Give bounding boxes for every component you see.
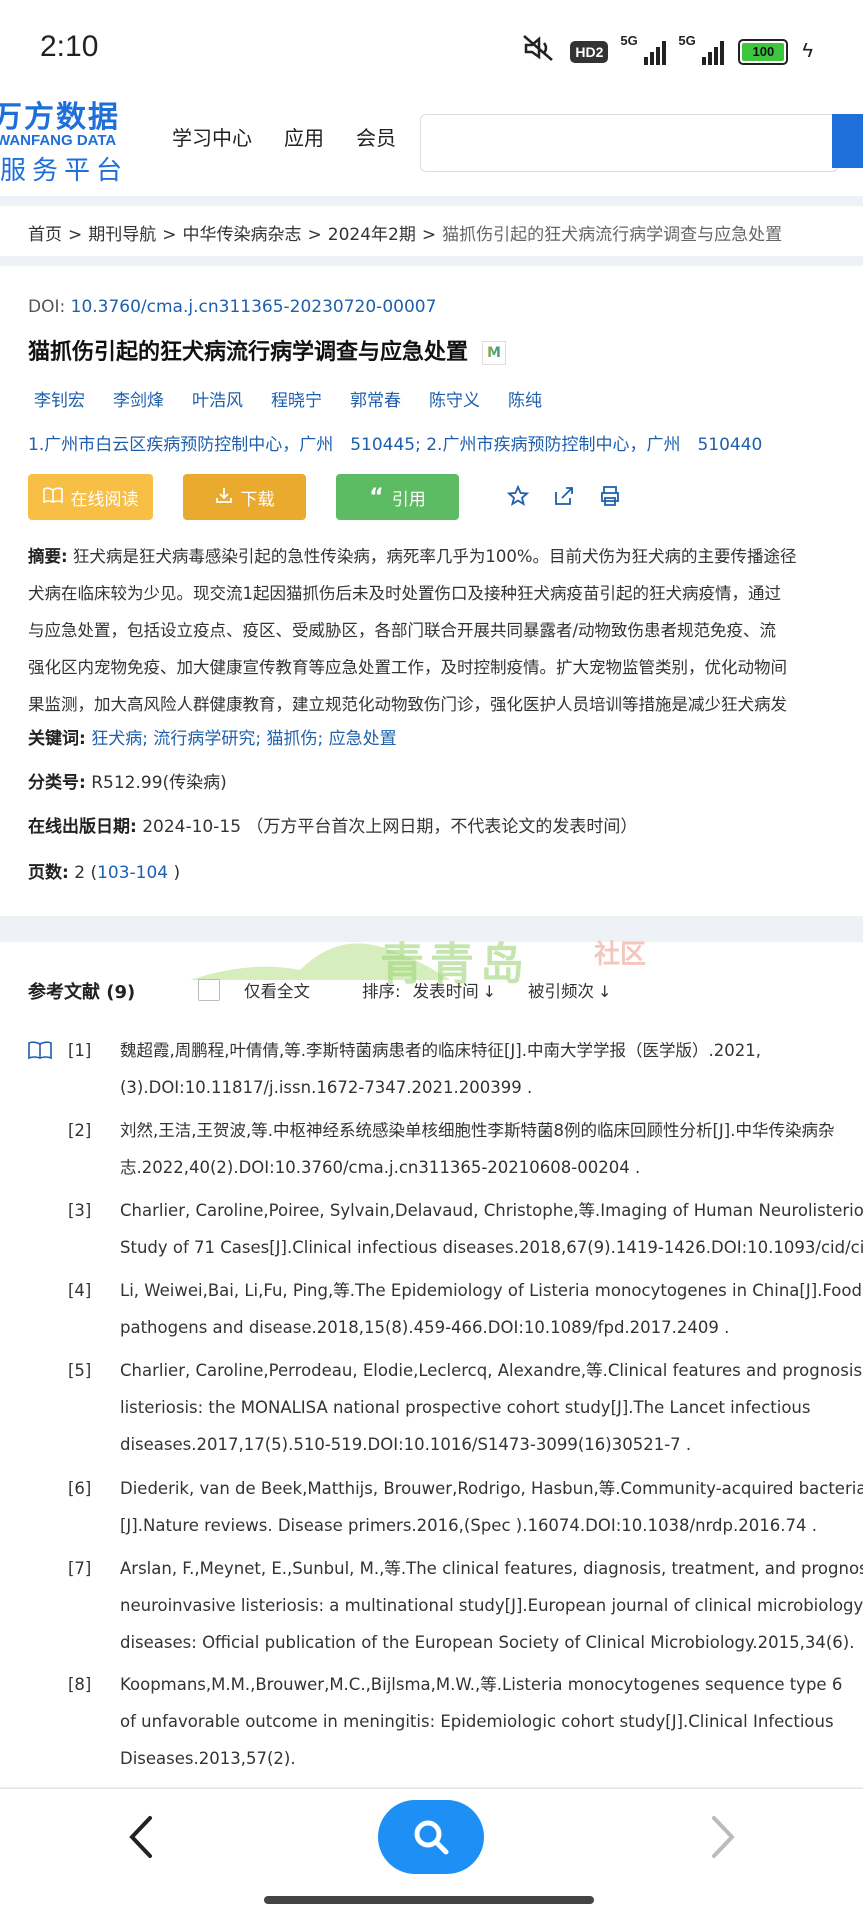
signal-icon: 5G — [620, 33, 667, 65]
breadcrumb-journals[interactable]: 期刊导航 — [88, 225, 156, 245]
back-button[interactable] — [126, 1812, 156, 1862]
watermark-sub: 社区 — [594, 940, 647, 970]
star-icon[interactable] — [506, 484, 530, 512]
affiliations[interactable]: 1.广州市白云区疾病预防控制中心，广州 510445; 2.广州市疾病预防控制中… — [28, 430, 762, 455]
nav-apps[interactable]: 应用 — [284, 122, 324, 151]
search-input[interactable] — [420, 114, 838, 172]
breadcrumb: 首页 > 期刊导航 > 中华传染病杂志 >2024年2期 > 猫抓伤引起的狂犬病流行病学调查与… — [0, 206, 863, 256]
references-heading: 参考文献 (9) — [28, 982, 136, 1003]
author-link[interactable]: 陈纯 — [508, 386, 542, 411]
arrow-down-icon: ↓ — [482, 982, 496, 1001]
keywords: 关键词: 狂犬病; 流行病学研究; 猫抓伤; 应急处置 — [28, 729, 397, 749]
abstract: 摘要: 狂犬病是狂犬病毒感染引起的急性传染病，病死率几乎为100%。目前犬伤为狂… — [28, 547, 797, 714]
fulltext-checkbox[interactable] — [198, 979, 220, 1001]
status-bar: 2:10 HD2 5G 5G 100 ϟ — [0, 0, 863, 100]
article-title: 猫抓伤引起的狂犬病流行病学调查与应急处置 M — [28, 334, 507, 366]
open-book-icon[interactable] — [28, 1040, 52, 1064]
author-link[interactable]: 程晓宁 — [271, 386, 322, 411]
doi-line: DOI: 10.3760/cma.j.cn311365-20230720-000… — [28, 297, 437, 317]
book-icon — [42, 486, 63, 509]
forward-button[interactable] — [708, 1812, 738, 1862]
sort-label: 排序: — [362, 982, 401, 1001]
cite-button[interactable]: “ 引用 — [336, 474, 459, 520]
signal-icon-2: 5G — [678, 33, 725, 65]
search-icon — [414, 1820, 449, 1855]
sort-by-citations[interactable]: 被引频次 ↓ — [528, 978, 611, 1002]
page-range-link[interactable]: 103-104 — [97, 863, 168, 883]
print-icon[interactable] — [598, 484, 622, 512]
nav-membership[interactable]: 会员 — [356, 122, 396, 151]
reference-controls: 仅看全文 排序: 发表时间 ↓ 被引频次 ↓ — [198, 978, 611, 1002]
nav-learning-center[interactable]: 学习中心 — [172, 122, 252, 151]
home-indicator[interactable] — [264, 1896, 594, 1904]
wanfang-logo[interactable]: 万方数据 WANFANG DATA 服务平台 — [0, 92, 140, 186]
download-button[interactable]: 下载 — [183, 474, 306, 520]
status-time: 2:10 — [40, 30, 99, 63]
battery-icon: 100 — [738, 38, 789, 65]
download-icon — [215, 486, 233, 509]
breadcrumb-current: 猫抓伤引起的狂犬病流行病学调查与应急处置 — [442, 225, 783, 245]
mute-icon — [522, 34, 556, 69]
author-link[interactable]: 郭常春 — [350, 386, 401, 411]
charging-icon: ϟ — [802, 40, 813, 62]
breadcrumb-issue[interactable]: 2024年2期 — [328, 225, 416, 245]
share-icon[interactable] — [552, 484, 576, 512]
chevron-left-icon — [129, 1816, 152, 1858]
online-date: 在线出版日期: 2024-10-15 （万方平台首次上网日期，不代表论文的发表时… — [28, 817, 638, 837]
fulltext-label[interactable]: 仅看全文 — [244, 978, 310, 1002]
keyword-links[interactable]: 狂犬病; 流行病学研究; 猫抓伤; 应急处置 — [91, 729, 396, 749]
author-list: 李钊宏 李剑烽 叶浩风 程晓宁 郭常春 陈守义 陈纯 — [34, 386, 542, 411]
chevron-right-icon — [712, 1816, 735, 1858]
arrow-down-icon: ↓ — [597, 982, 612, 1001]
hd-voice-icon: HD2 — [570, 40, 609, 63]
breadcrumb-journal[interactable]: 中华传染病杂志 — [183, 225, 302, 245]
breadcrumb-home[interactable]: 首页 — [28, 225, 62, 245]
m-badge-icon: M — [482, 341, 507, 365]
read-online-button[interactable]: 在线阅读 — [28, 474, 153, 520]
top-nav: 学习中心 应用 会员 — [172, 122, 396, 151]
author-link[interactable]: 李钊宏 — [34, 386, 85, 411]
author-link[interactable]: 陈守义 — [429, 386, 480, 411]
search-button[interactable] — [832, 114, 863, 168]
author-link[interactable]: 叶浩风 — [192, 386, 243, 411]
search-fab-button[interactable] — [378, 1800, 484, 1874]
status-icons: HD2 5G 5G 100 ϟ — [522, 33, 813, 69]
sort-by-time[interactable]: 发表时间 ↓ — [413, 978, 496, 1002]
page-count: 页数: 2 (103-104 ) — [28, 863, 181, 883]
quote-icon: “ — [369, 484, 384, 510]
tool-icons — [506, 484, 622, 512]
classification: 分类号: R512.99(传染病) — [28, 773, 227, 793]
author-link[interactable]: 李剑烽 — [113, 386, 164, 411]
doi-link[interactable]: 10.3760/cma.j.cn311365-20230720-00007 — [71, 297, 437, 317]
action-buttons: 在线阅读 下载 “ 引用 — [28, 474, 459, 520]
